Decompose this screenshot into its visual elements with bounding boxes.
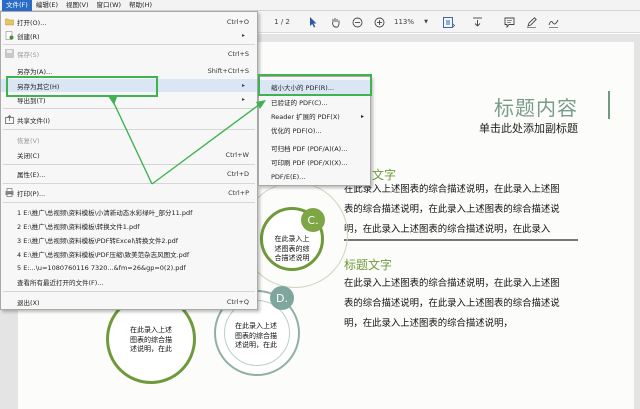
annotation-arrows [108,96,266,185]
arrow-line-left [111,98,153,185]
arrow-line-right [151,103,261,185]
arrow-head-left [108,96,117,105]
arrow-head-right [256,100,266,109]
